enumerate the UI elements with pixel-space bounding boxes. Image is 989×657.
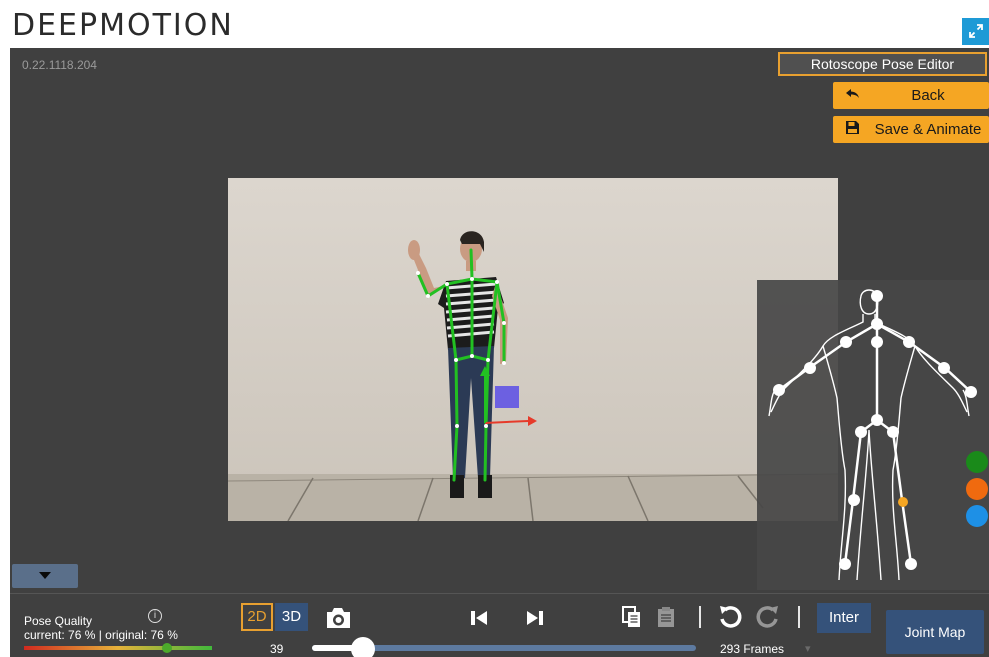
redo-icon [756, 606, 778, 628]
orange-status-dot [966, 478, 988, 500]
frames-dropdown-icon[interactable]: ▾ [805, 642, 811, 655]
green-status-dot [966, 451, 988, 473]
save-label: Save & Animate [874, 121, 982, 138]
selected-joint-marker [898, 497, 908, 507]
view-3d-button[interactable]: 3D [275, 603, 308, 631]
pose-quality-marker [161, 643, 172, 653]
save-floppy-icon [845, 120, 860, 139]
paste-pose-button[interactable] [656, 606, 676, 628]
pose-quality-bar [24, 646, 212, 650]
timeline-handle[interactable] [351, 637, 376, 657]
collapse-panel-button[interactable] [12, 564, 78, 588]
gizmo-plane-handle [495, 386, 519, 408]
view-2d-button[interactable]: 2D [241, 603, 273, 631]
redo-button[interactable] [755, 604, 781, 630]
pose-quality-values: current: 76 % | original: 76 % [24, 628, 178, 642]
video-frame-image [228, 178, 838, 521]
copy-icon [622, 606, 640, 627]
joint-map-button[interactable]: Joint Map [886, 610, 984, 654]
save-animate-button[interactable]: Save & Animate [833, 116, 989, 143]
joint-map-panel[interactable] [757, 280, 989, 590]
app-root: DEEPMOTION 0.22.1118.204 Rotoscope Pose … [0, 0, 989, 657]
caret-down-icon [39, 572, 51, 579]
back-button[interactable]: Back [833, 82, 989, 109]
fullscreen-button[interactable] [962, 18, 989, 45]
back-arrow-icon [845, 86, 861, 106]
camera-button[interactable] [321, 605, 355, 631]
header: DEEPMOTION [0, 0, 989, 48]
editor-title: Rotoscope Pose Editor [778, 52, 987, 76]
toolbar-divider [699, 606, 701, 628]
skip-previous-icon [471, 611, 487, 625]
back-label: Back [911, 87, 945, 104]
deepmotion-logo: DEEPMOTION [12, 8, 234, 43]
current-frame-number: 39 [270, 642, 284, 656]
expand-arrows-icon [968, 24, 983, 38]
pose-viewport[interactable]: 0.22.1118.204 Rotoscope Pose Editor Back… [10, 48, 989, 593]
undo-icon [720, 606, 742, 628]
video-frame[interactable] [228, 178, 838, 521]
blue-status-dot [966, 505, 988, 527]
version-label: 0.22.1118.204 [22, 58, 97, 72]
interpolate-button[interactable]: Inter [817, 603, 871, 633]
pose-quality-label: Pose Quality [24, 614, 93, 628]
bottom-toolbar: Pose Quality i current: 76 % | original:… [10, 593, 989, 657]
next-frame-button[interactable] [524, 607, 546, 629]
copy-pose-button[interactable] [622, 606, 642, 628]
toolbar-divider [798, 606, 800, 628]
body-joint-diagram [768, 289, 988, 581]
total-frames: 293 Frames [720, 642, 785, 656]
skip-next-icon [527, 611, 543, 625]
camera-icon [327, 608, 350, 628]
undo-button[interactable] [717, 604, 743, 630]
paste-icon [658, 607, 674, 627]
info-icon[interactable]: i [148, 609, 162, 623]
previous-frame-button[interactable] [468, 607, 490, 629]
